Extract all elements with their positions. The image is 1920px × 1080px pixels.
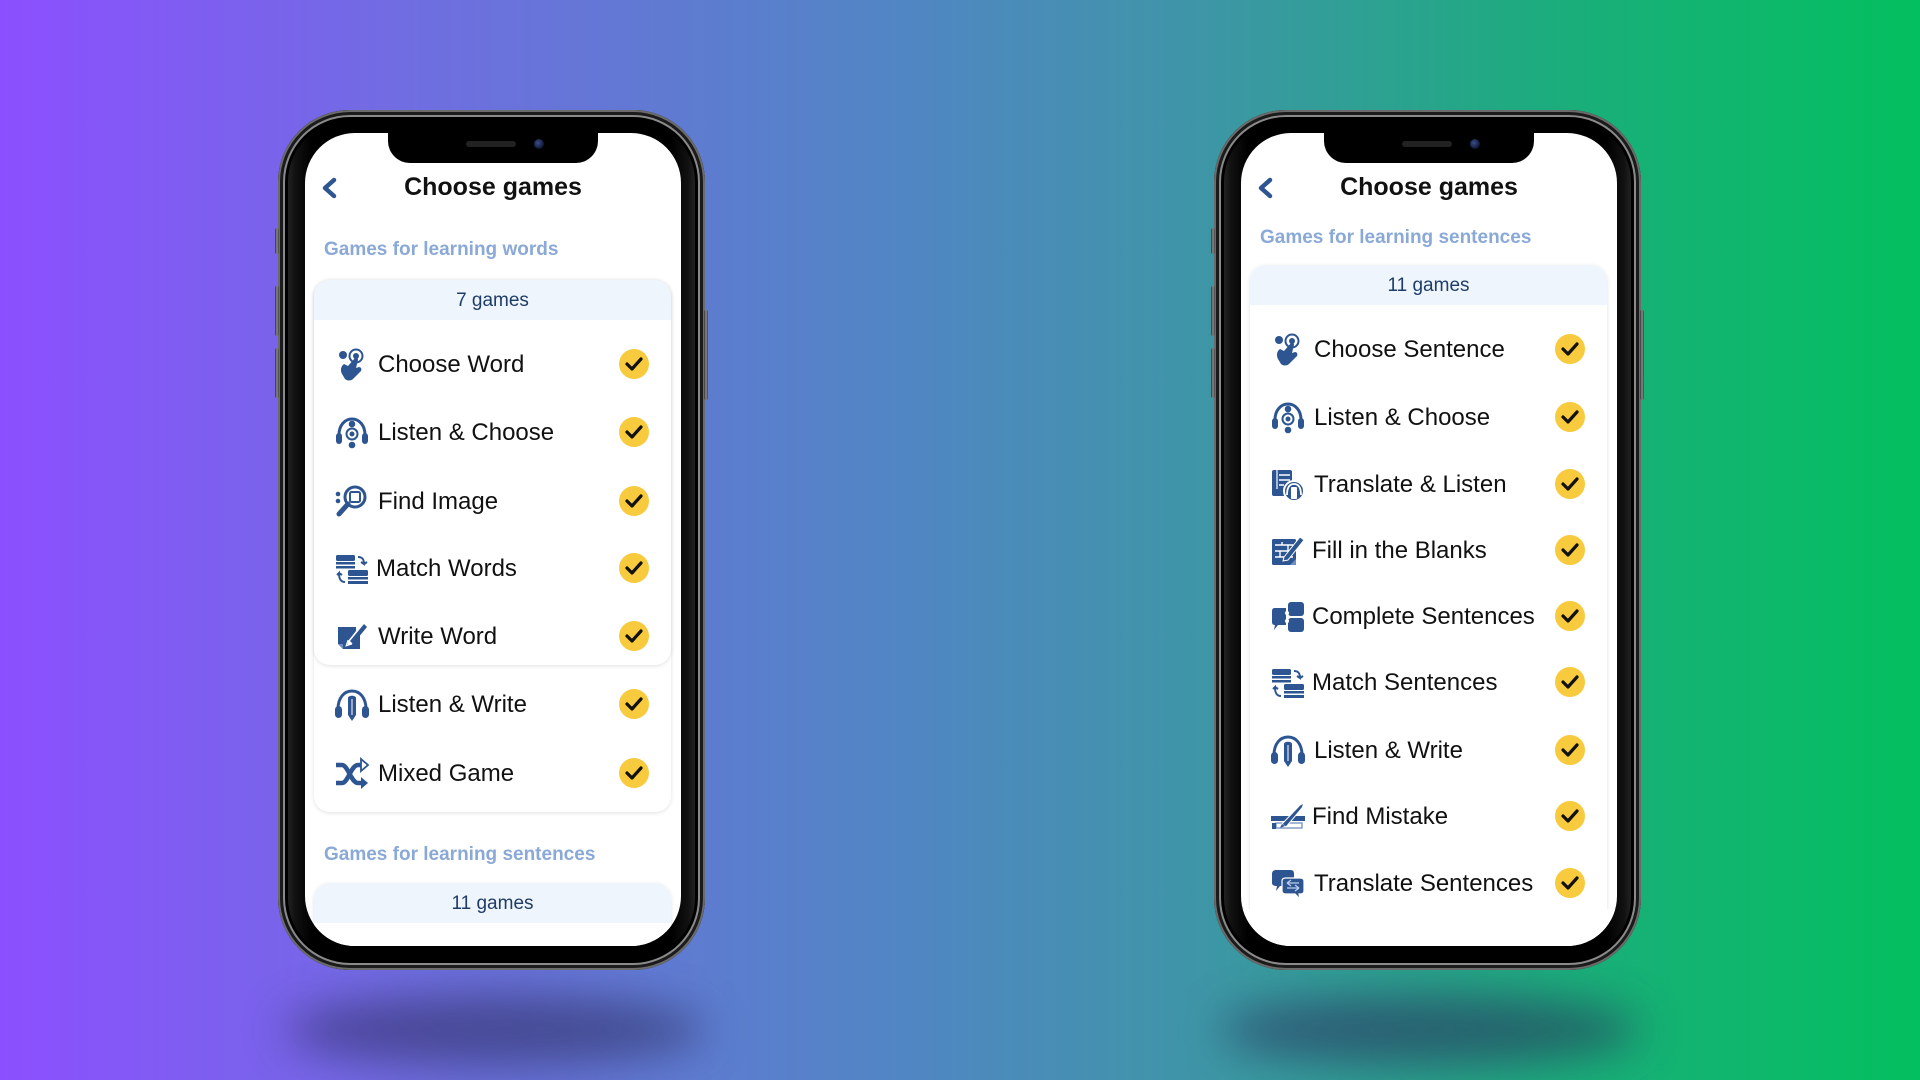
game-row-translate-listen[interactable]: Translate & Listen xyxy=(1250,459,1607,509)
match-cards-icon xyxy=(1270,665,1306,701)
app-screen: Choose games Games for learning sentence… xyxy=(1241,133,1617,946)
power-button xyxy=(704,310,708,400)
speaker-grille xyxy=(1402,141,1452,147)
app-header: Choose games xyxy=(305,169,681,207)
game-row-listen-write[interactable]: Listen & Write xyxy=(1250,725,1607,775)
side-button xyxy=(1211,228,1215,254)
game-label: Listen & Write xyxy=(1314,737,1463,764)
check-icon[interactable] xyxy=(1555,801,1585,831)
games-card-words-continued: Listen & Write Mixed Game xyxy=(314,280,671,812)
translate-listen-icon xyxy=(1270,467,1306,503)
headphones-pencil-icon xyxy=(1270,733,1306,769)
headphones-choose-icon xyxy=(1270,400,1306,436)
games-count: 11 games xyxy=(314,883,671,923)
check-icon[interactable] xyxy=(1555,535,1585,565)
pen-strike-icon xyxy=(1270,799,1306,835)
check-icon[interactable] xyxy=(1555,667,1585,697)
page-title: Choose games xyxy=(1340,173,1518,201)
game-label: Match Sentences xyxy=(1312,669,1498,696)
app-screen: Choose games Games for learning words 7 … xyxy=(305,133,681,946)
headphones-pencil-icon xyxy=(334,687,370,723)
tap-finger-icon xyxy=(1270,332,1306,368)
page-title: Choose games xyxy=(404,173,582,201)
game-label: Translate & Listen xyxy=(1314,471,1507,498)
notch xyxy=(1324,133,1534,163)
games-card-sentences: 11 games Choose Sentence Listen & Choose… xyxy=(1250,265,1607,946)
section-label-sentences: Games for learning sentences xyxy=(324,844,596,865)
game-label: Complete Sentences xyxy=(1312,603,1535,630)
screen-bottom-edge xyxy=(305,925,681,946)
game-label: Mixed Game xyxy=(378,760,515,787)
game-row-listen-choose[interactable]: Listen & Choose xyxy=(1250,392,1607,442)
phone-shadow xyxy=(285,995,705,1065)
phone-right: Choose games Games for learning sentence… xyxy=(1211,110,1644,970)
volume-down-button xyxy=(275,348,279,398)
check-icon[interactable] xyxy=(619,689,649,719)
phone-shadow xyxy=(1220,995,1640,1065)
check-icon[interactable] xyxy=(1555,735,1585,765)
check-icon[interactable] xyxy=(1555,868,1585,898)
fill-blanks-icon xyxy=(1270,533,1306,569)
notch xyxy=(388,133,598,163)
game-row-match-sentences[interactable]: Match Sentences xyxy=(1250,657,1607,707)
check-icon[interactable] xyxy=(1555,334,1585,364)
games-count: 11 games xyxy=(1250,265,1607,305)
game-label: Fill in the Blanks xyxy=(1312,537,1487,564)
side-button xyxy=(275,228,279,254)
game-label: Translate Sentences xyxy=(1314,870,1534,897)
phone-left: Choose games Games for learning words 7 … xyxy=(275,110,708,970)
speaker-grille xyxy=(466,141,516,147)
screen-bottom-edge xyxy=(1241,909,1617,946)
game-row-mixed-game[interactable]: Mixed Game xyxy=(314,748,671,798)
power-button xyxy=(1640,310,1644,400)
game-row-complete-sentences[interactable]: Complete Sentences xyxy=(1250,591,1607,641)
check-icon[interactable] xyxy=(1555,601,1585,631)
puzzle-chat-icon xyxy=(1270,599,1306,635)
shuffle-icon xyxy=(334,756,370,792)
game-row-choose-sentence[interactable]: Choose Sentence xyxy=(1250,324,1607,374)
game-label: Listen & Write xyxy=(378,691,527,718)
check-icon[interactable] xyxy=(1555,469,1585,499)
check-icon[interactable] xyxy=(619,758,649,788)
game-row-translate-sentences[interactable]: Translate Sentences xyxy=(1250,858,1607,908)
game-row-find-mistake[interactable]: Find Mistake xyxy=(1250,791,1607,841)
volume-up-button xyxy=(1211,286,1215,336)
check-icon[interactable] xyxy=(1555,402,1585,432)
game-label: Choose Sentence xyxy=(1314,336,1505,363)
volume-up-button xyxy=(275,286,279,336)
game-label: Find Mistake xyxy=(1312,803,1449,830)
front-camera xyxy=(1470,139,1480,149)
section-label-words: Games for learning words xyxy=(324,239,559,260)
game-row-listen-write[interactable]: Listen & Write xyxy=(314,679,671,729)
volume-down-button xyxy=(1211,348,1215,398)
game-row-fill-blanks[interactable]: Fill in the Blanks xyxy=(1250,525,1607,575)
app-header: Choose games xyxy=(1241,169,1617,207)
section-label-sentences: Games for learning sentences xyxy=(1260,227,1532,248)
chat-translate-icon xyxy=(1270,866,1306,902)
front-camera xyxy=(534,139,544,149)
game-label: Listen & Choose xyxy=(1314,404,1491,431)
